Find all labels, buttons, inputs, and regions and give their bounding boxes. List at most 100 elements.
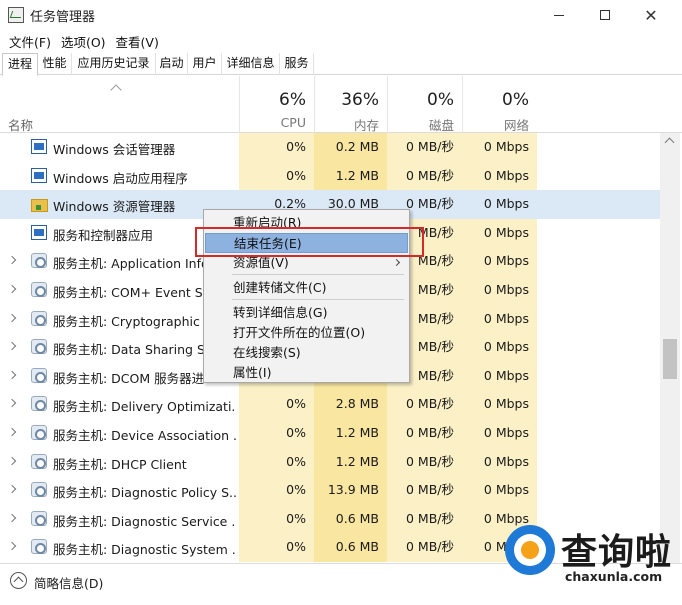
context-menu-item[interactable]: 属性(I) xyxy=(205,363,408,383)
network-label: 网络 xyxy=(503,118,529,133)
minimize-button[interactable] xyxy=(536,0,582,30)
menu-view[interactable]: 查看(V) xyxy=(111,32,164,51)
menu-separator xyxy=(232,274,404,275)
column-cpu[interactable]: 6% CPU xyxy=(239,76,314,133)
expand-chevron-icon[interactable] xyxy=(7,284,17,294)
table-row[interactable]: Windows 启动应用程序 0% 1.2 MB 0 MB/秒 0 Mbps xyxy=(0,161,660,191)
table-row[interactable]: 服务主机: DHCP Client 0% 1.2 MB 0 MB/秒 0 Mbps xyxy=(0,447,660,477)
watermark-logo xyxy=(505,525,555,575)
network-value: 0 Mbps xyxy=(462,304,537,334)
cpu-value: 0% xyxy=(239,161,314,191)
window-icon xyxy=(31,224,47,240)
table-row[interactable]: 服务主机: Diagnostic Policy S... 0% 13.9 MB 0 M… xyxy=(0,476,660,505)
maximize-icon xyxy=(600,10,610,20)
network-value: 0 Mbps xyxy=(462,333,537,362)
table-row[interactable]: Windows 会话管理器 0% 0.2 MB 0 MB/秒 0 Mbps xyxy=(0,133,660,162)
memory-value: 2.8 MB xyxy=(314,390,387,419)
network-value: 0 Mbps xyxy=(462,218,537,248)
context-menu-item[interactable]: 打开文件所在的位置(O) xyxy=(205,323,408,343)
cpu-value: 0% xyxy=(239,476,314,505)
gear-icon xyxy=(31,310,47,326)
cpu-value: 0% xyxy=(239,533,314,562)
tab-startup[interactable]: 启动 xyxy=(156,53,188,75)
network-value: 0 Mbps xyxy=(462,419,537,448)
expand-chevron-icon[interactable] xyxy=(7,370,17,380)
gear-icon xyxy=(31,510,47,526)
window-icon xyxy=(31,167,47,183)
expand-chevron-icon[interactable] xyxy=(7,313,17,322)
column-network[interactable]: 0% 网络 xyxy=(462,76,537,133)
gear-icon xyxy=(31,425,47,440)
table-row[interactable]: 服务主机: Device Association ... 0% 1.2 MB 0 MB… xyxy=(0,419,660,448)
tab-services[interactable]: 服务 xyxy=(280,53,314,75)
network-value: 0 Mbps xyxy=(462,476,537,505)
tab-strip: 进程 性能 应用历史记录 启动 用户 详细信息 服务 xyxy=(0,53,682,76)
expand-chevron-icon[interactable] xyxy=(7,484,17,494)
context-menu-item[interactable]: 转到详细信息(G) xyxy=(205,303,408,323)
fewer-details-link[interactable]: 简略信息(D) xyxy=(34,573,103,592)
network-value: 0 Mbps xyxy=(462,133,537,162)
cpu-value: 0% xyxy=(239,419,314,448)
tab-users[interactable]: 用户 xyxy=(188,53,222,75)
context-menu-item[interactable]: 在线搜索(S) xyxy=(205,343,408,363)
cpu-value: 0% xyxy=(239,447,314,477)
scrollbar-thumb[interactable] xyxy=(663,339,677,379)
expand-chevron-icon[interactable] xyxy=(7,456,17,465)
minimize-icon xyxy=(554,14,564,16)
disk-value: 0 MB/秒 xyxy=(387,476,462,505)
folder-icon xyxy=(31,196,48,213)
gear-icon xyxy=(31,453,47,469)
expand-chevron-icon[interactable] xyxy=(7,399,17,408)
gear-icon xyxy=(31,282,47,297)
gear-icon xyxy=(31,396,47,412)
column-memory[interactable]: 36% 内存 xyxy=(314,76,387,133)
network-value: 0 Mbps xyxy=(462,247,537,276)
watermark-text-en: chaxunla.com xyxy=(565,569,663,584)
column-disk[interactable]: 0% 磁盘 xyxy=(387,76,462,133)
context-menu-item[interactable]: 创建转储文件(C) xyxy=(205,278,408,298)
menu-options[interactable]: 选项(O) xyxy=(56,32,111,51)
close-button[interactable]: ✕ xyxy=(628,0,674,30)
expand-chevron-icon[interactable] xyxy=(7,427,17,437)
watermark: 查询啦 chaxunla.com xyxy=(505,517,682,589)
column-header: 名称 6% CPU 36% 内存 0% 磁盘 0% 网络 xyxy=(0,76,682,133)
process-name: 服务主机: Diagnostic System ... xyxy=(53,542,236,558)
network-value: 0 Mbps xyxy=(462,361,537,391)
collapse-up-icon[interactable] xyxy=(10,572,27,589)
network-value: 0 Mbps xyxy=(462,447,537,477)
memory-total: 36% xyxy=(341,90,379,110)
expand-chevron-icon[interactable] xyxy=(7,256,17,265)
tab-processes[interactable]: 进程 xyxy=(2,53,38,76)
menu-file[interactable]: 文件(F) xyxy=(4,32,56,51)
network-total: 0% xyxy=(502,90,529,110)
gear-icon xyxy=(31,539,47,555)
process-name: 服务主机: Diagnostic Service ... xyxy=(53,513,236,529)
close-icon: ✕ xyxy=(644,5,658,25)
expand-chevron-icon[interactable] xyxy=(7,542,17,551)
gear-icon xyxy=(31,367,47,383)
cpu-value: 0% xyxy=(239,504,314,534)
expand-chevron-icon[interactable] xyxy=(7,341,17,351)
disk-value: 0 MB/秒 xyxy=(387,161,462,191)
disk-value: 0 MB/秒 xyxy=(387,533,462,562)
maximize-button[interactable] xyxy=(582,0,628,30)
memory-value: 13.9 MB xyxy=(314,476,387,505)
memory-value: 1.2 MB xyxy=(314,447,387,477)
context-menu-item-label: 资源值(V) xyxy=(233,255,289,270)
highlight-callout-box xyxy=(195,227,424,257)
menu-separator xyxy=(232,299,404,300)
memory-value: 1.2 MB xyxy=(314,419,387,448)
memory-label: 内存 xyxy=(353,118,379,133)
table-row[interactable]: 服务主机: Delivery Optimizati... 0% 2.8 MB 0 MB… xyxy=(0,390,660,419)
scroll-up-icon[interactable] xyxy=(664,137,675,148)
expand-chevron-icon[interactable] xyxy=(7,513,17,523)
vertical-scrollbar[interactable] xyxy=(660,133,680,563)
tab-details[interactable]: 详细信息 xyxy=(222,53,280,75)
tab-app-history[interactable]: 应用历史记录 xyxy=(72,53,156,75)
tab-performance[interactable]: 性能 xyxy=(38,53,72,75)
cpu-value: 0% xyxy=(239,133,314,162)
context-menu-item-label: 转到详细信息(G) xyxy=(233,305,328,320)
column-name[interactable]: 名称 xyxy=(8,115,33,134)
disk-label: 磁盘 xyxy=(428,118,454,133)
memory-value: 0.2 MB xyxy=(314,133,387,162)
